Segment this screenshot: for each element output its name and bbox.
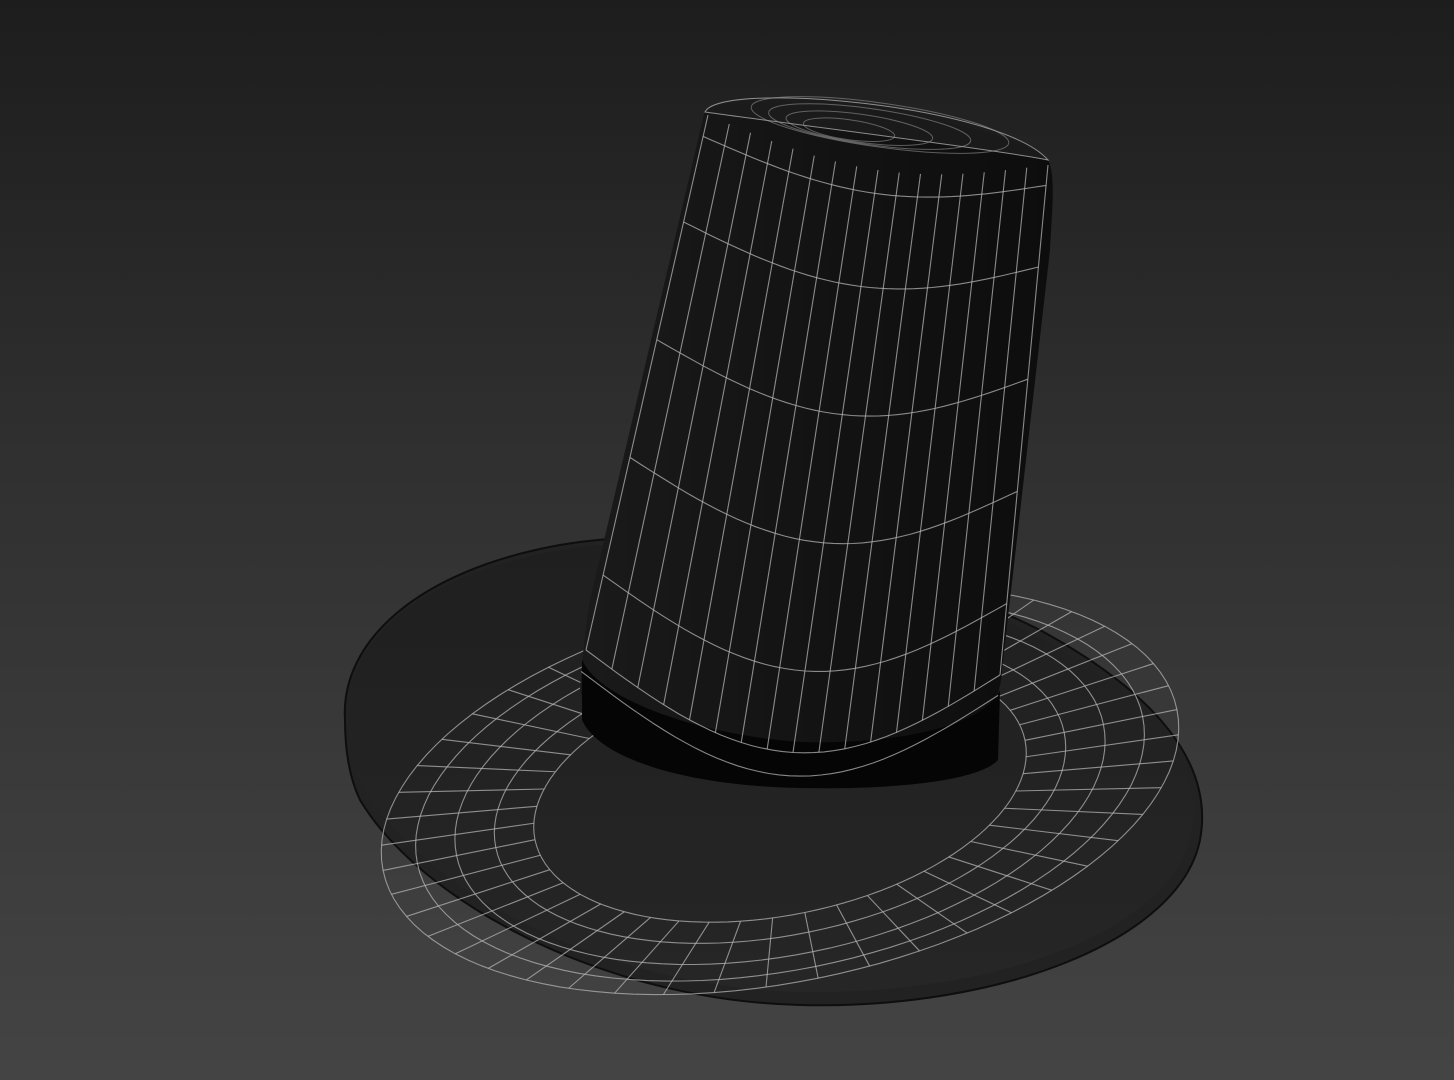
crown-body <box>580 102 1053 775</box>
hat-model[interactable] <box>0 0 1454 1080</box>
hat-crown <box>580 96 1053 789</box>
3d-viewport[interactable] <box>0 0 1454 1080</box>
